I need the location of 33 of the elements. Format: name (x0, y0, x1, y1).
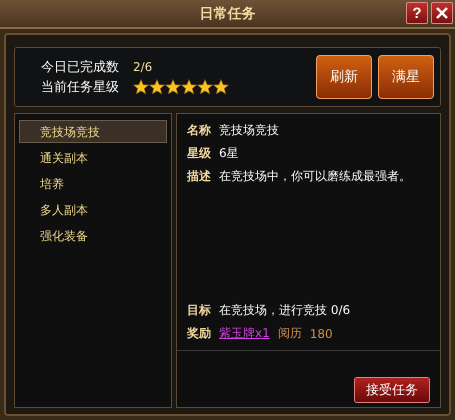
field-label: 描述 (187, 168, 211, 185)
reward-item-link[interactable]: 紫玉牌x1 (219, 325, 270, 342)
field-value: 竞技场竞技 (219, 122, 279, 139)
star-icon (165, 79, 181, 95)
field-value: 6星 (219, 145, 239, 162)
star-icon (149, 79, 165, 95)
field-label: 星级 (187, 145, 211, 162)
star-icon (181, 79, 197, 95)
task-list-item[interactable]: 多人副本 (19, 198, 167, 221)
task-list-item[interactable]: 通关副本 (19, 146, 167, 169)
star-icon (213, 79, 229, 95)
close-icon (435, 6, 449, 20)
goal-label: 目标 (187, 302, 211, 319)
action-button[interactable]: 刷新 (316, 55, 372, 99)
star-icon (197, 79, 213, 95)
task-list-item[interactable]: 竞技场竞技 (19, 120, 167, 143)
reward-label: 奖励 (187, 325, 211, 342)
reward-amount: 180 (310, 326, 333, 340)
task-list-item[interactable]: 培养 (19, 172, 167, 195)
accept-task-button[interactable]: 接受任务 (354, 377, 430, 403)
reward-label-text: 阅历 (278, 325, 302, 342)
star-level-label: 当前任务星级 (41, 79, 119, 96)
field-label: 名称 (187, 122, 211, 139)
completed-count: 2/6 (133, 60, 154, 74)
close-button[interactable] (431, 2, 453, 24)
field-value: 在竞技场中，你可以磨练成最强者。 (219, 168, 411, 185)
window-title: 日常任务 (200, 4, 256, 22)
help-button[interactable]: ? (406, 2, 428, 24)
star-icon (133, 79, 149, 95)
goal-value: 在竞技场，进行竞技 0/6 (219, 302, 350, 319)
task-list-item[interactable]: 强化装备 (19, 224, 167, 247)
completed-label: 今日已完成数 (41, 59, 119, 76)
action-button[interactable]: 满星 (378, 55, 434, 99)
